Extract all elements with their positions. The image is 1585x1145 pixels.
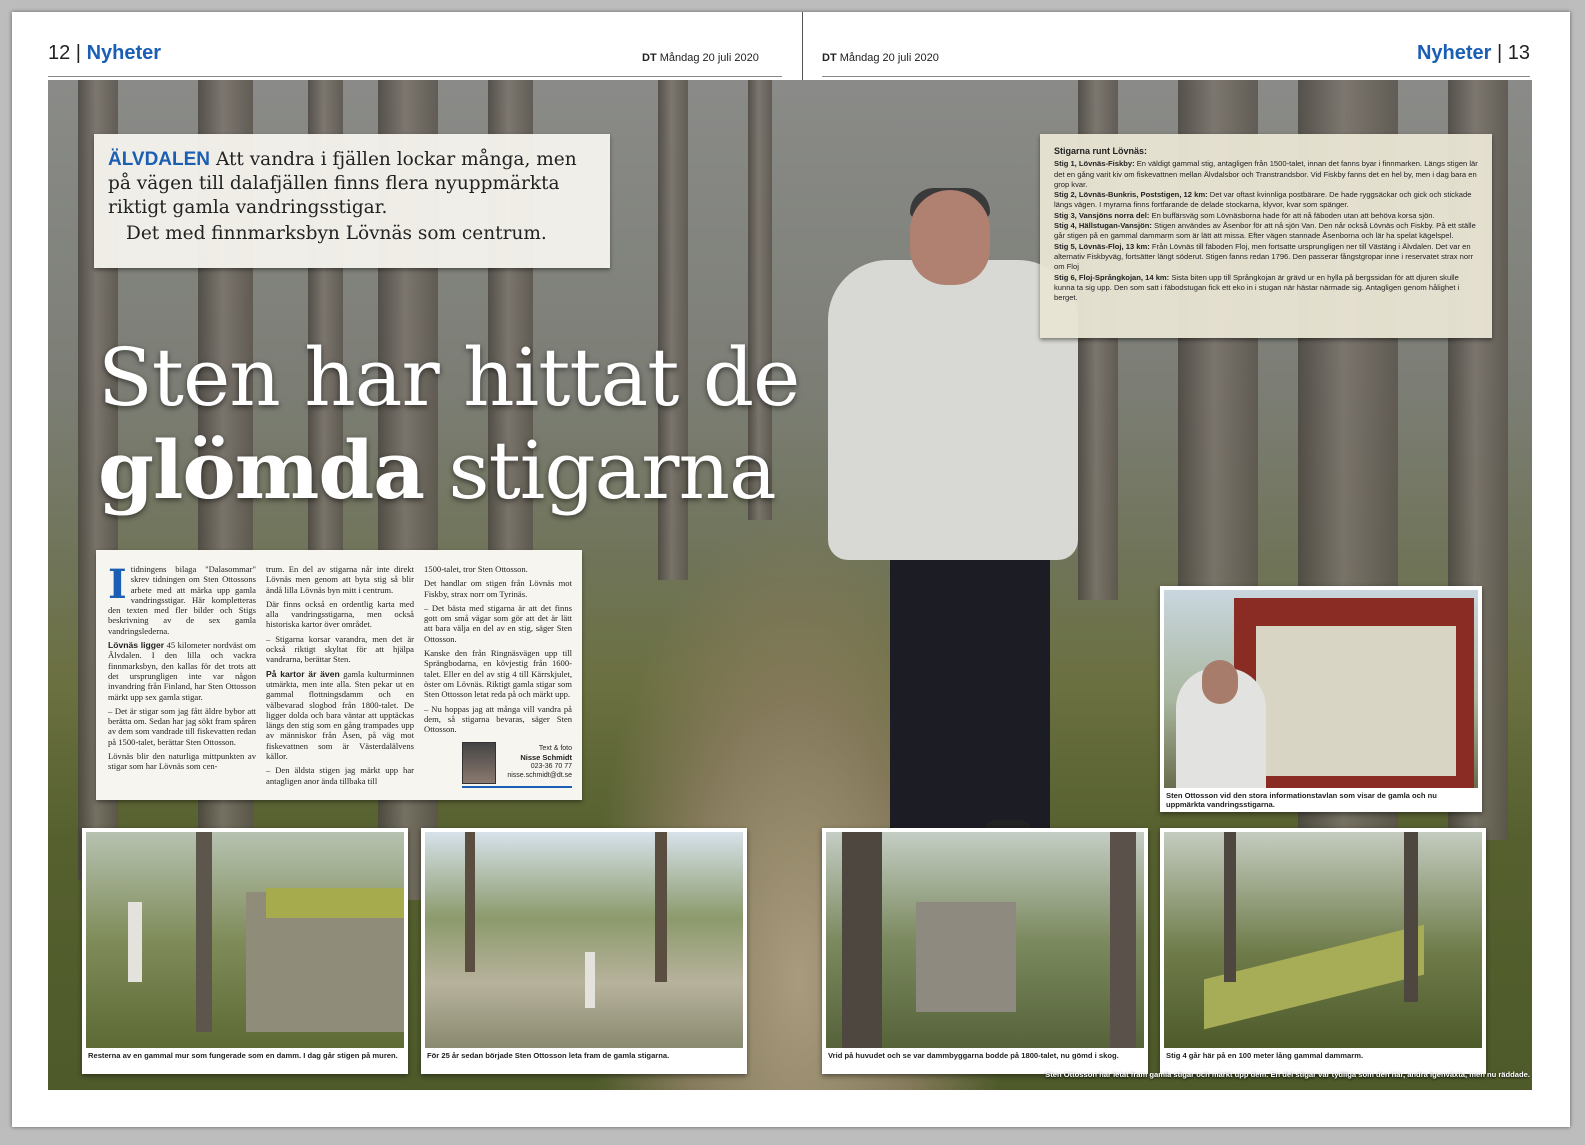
right-section: Nyheter [1416, 42, 1492, 64]
left-folio: 12 | Nyheter [48, 42, 162, 64]
headline-bold-word: glömda [98, 423, 425, 517]
newspaper-spread: 12 | Nyheter DT Måndag 20 juli 2020 DT M… [12, 12, 1570, 1127]
main-photo-caption: Sten Ottosson har letat fram gamla stiga… [1045, 1070, 1530, 1079]
fact-stig-2: Stig 2, Lövnäs-Bunkris, Poststigen, 12 k… [1054, 190, 1472, 210]
photo-dam-wall-caption: Resterna av en gammal mur som fungerade … [88, 1051, 398, 1060]
photo-dam-wall: Resterna av en gammal mur som fungerade … [82, 828, 408, 1074]
fact-stig-3: Stig 3, Vansjöns norra del: En buffärsvä… [1054, 210, 1435, 220]
fact-stig-6: Stig 6, Floj-Språngkojan, 14 km: Sista b… [1054, 272, 1460, 303]
body-column-2: trum. En del av stigarna når inte direkt… [266, 564, 414, 786]
photo-info-board: Sten Ottosson vid den stora informations… [1160, 586, 1482, 812]
fact-stig-4: Stig 4, Hällstugan-Vansjön: Stigen använ… [1054, 221, 1476, 241]
fact-stig-1: Stig 1, Lövnäs-Fiskby: En väldigt gammal… [1054, 159, 1478, 189]
headline-rest: stigarna [448, 424, 777, 517]
byline-email: nisse.schmidt@dt.se [507, 772, 572, 779]
photo-sten-forest-caption: För 25 år sedan började Sten Ottosson le… [427, 1051, 670, 1060]
lead-text-2: Det med finnmarksbyn Lövnäs som centrum. [126, 223, 547, 244]
body-column-1: Itidningens bilaga "Dalasommar" skrev ti… [108, 561, 256, 772]
fact-stig-5: Stig 5, Lövnäs-Floj, 13 km: Från Lövnäs … [1054, 241, 1474, 272]
author-photo [462, 742, 496, 784]
photo-log-cabin: Vrid på huvudet och se var dammbyggarna … [822, 828, 1148, 1074]
fact-box-title: Stigarna runt Lövnäs: [1054, 146, 1148, 156]
lead-kicker: ÄLVDALEN [108, 149, 211, 170]
headline-line1: Sten har hittat de [98, 331, 800, 424]
photo-log-cabin-caption: Vrid på huvudet och se var dammbyggarna … [828, 1051, 1119, 1060]
fact-box: Stigarna runt Lövnäs: Stig 1, Lövnäs-Fis… [1040, 134, 1492, 338]
left-section: Nyheter [86, 42, 162, 64]
left-header-rule [48, 76, 782, 77]
right-folio: Nyheter | 13 [1416, 42, 1530, 64]
photo-sten-forest: För 25 år sedan började Sten Ottosson le… [421, 828, 747, 1074]
article-body: Itidningens bilaga "Dalasommar" skrev ti… [96, 550, 582, 800]
right-header-rule [822, 76, 1530, 77]
byline-label: Text & foto [538, 745, 572, 752]
left-dateline: DT Måndag 20 juli 2020 [642, 52, 759, 64]
lead-box: ÄLVDALEN Att vandra i fjällen lockar mån… [94, 134, 610, 268]
photo-info-board-caption: Sten Ottosson vid den stora informations… [1166, 791, 1437, 810]
byline-name: Nisse Schmidt [520, 753, 572, 762]
dropcap: I [108, 561, 127, 608]
body-column-3: 1500-talet, tror Sten Ottosson. Det hand… [424, 564, 572, 735]
byline: Text & foto Nisse Schmidt 023-36 70 77 n… [462, 742, 572, 790]
photo-dam-arm: Stig 4 går här på en 100 meter lång gamm… [1160, 828, 1486, 1074]
byline-phone: 023-36 70 77 [530, 763, 572, 770]
right-dateline: DT Måndag 20 juli 2020 [822, 52, 939, 64]
photo-dam-arm-caption: Stig 4 går här på en 100 meter lång gamm… [1166, 1051, 1364, 1060]
headline: Sten har hittat de glömda stigarna [98, 331, 800, 517]
